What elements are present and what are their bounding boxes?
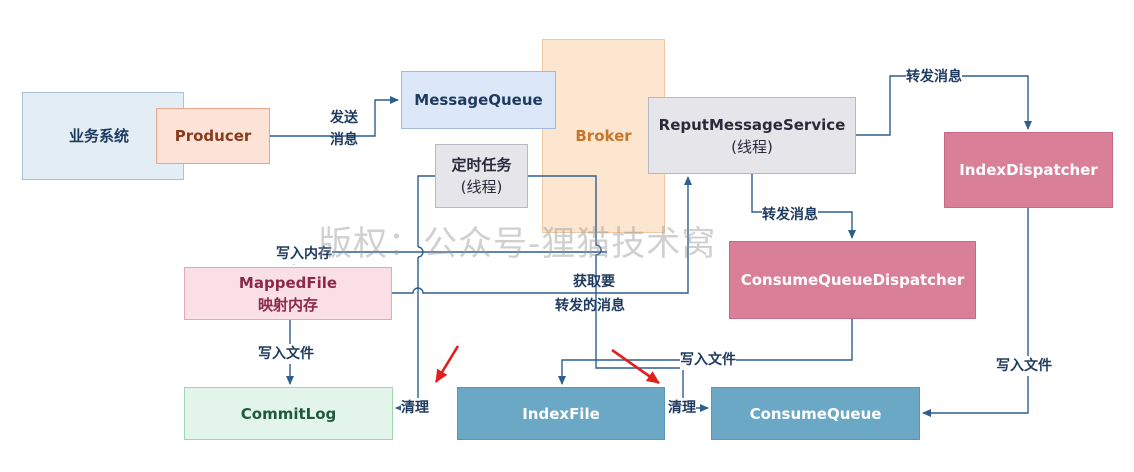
timer-task-name: 定时任务 (451, 156, 512, 174)
mapped-file-node: MappedFile 映射内存 (184, 267, 392, 320)
consume-queue-dispatcher-label: ConsumeQueueDispatcher (740, 271, 965, 289)
clean-label-right: 清理 (668, 398, 696, 418)
reput-message-service-node: ReputMessageService (线程) (648, 97, 856, 174)
index-dispatcher-label: IndexDispatcher (959, 161, 1098, 179)
forward-message-label-mid: 转发消息 (762, 205, 818, 225)
index-file-label: IndexFile (522, 404, 600, 423)
fetch-label-2: 转发的消息 (555, 298, 625, 314)
business-system-label: 业务系统 (69, 127, 130, 145)
fetch-label-1: 获取要 (573, 274, 615, 290)
broker-label: Broker (575, 127, 632, 145)
consume-queue-label: ConsumeQueue (749, 404, 882, 423)
red-arrow-left (434, 345, 460, 383)
broker-node: Broker (542, 39, 665, 233)
write-file-label-right: 写入文件 (996, 356, 1052, 376)
index-file-node: IndexFile (457, 387, 665, 440)
commit-log-label: CommitLog (240, 404, 337, 423)
clean-label-left: 清理 (401, 398, 429, 418)
write-file-label-mid: 写入文件 (680, 350, 736, 370)
mapped-file-desc: 映射内存 (257, 295, 318, 314)
reput-service-thread: (线程) (731, 137, 773, 156)
producer-label: Producer (174, 127, 252, 145)
send-message-label-2: 消息 (330, 132, 358, 148)
mapped-file-name: MappedFile (238, 273, 338, 292)
send-message-label-1: 发送 (330, 110, 358, 126)
consume-queue-dispatcher-node: ConsumeQueueDispatcher (729, 241, 976, 319)
producer-node: Producer (156, 108, 270, 164)
forward-message-label-top: 转发消息 (906, 67, 962, 87)
watermark: 版权：公众号-狸猫技术窝 (318, 224, 717, 264)
consume-queue-node: ConsumeQueue (711, 387, 920, 440)
red-arrow-right (611, 348, 660, 385)
timer-left-line (417, 175, 435, 408)
timer-task-thread: (线程) (460, 178, 503, 196)
index-dispatcher-node: IndexDispatcher (944, 132, 1113, 208)
write-file-label-left: 写入文件 (258, 344, 314, 364)
reput-service-name: ReputMessageService (658, 115, 846, 134)
message-queue-node: MessageQueue (401, 71, 556, 129)
timer-task-node: 定时任务 (线程) (435, 144, 528, 208)
commit-log-node: CommitLog (184, 387, 393, 440)
message-queue-label: MessageQueue (414, 91, 543, 109)
